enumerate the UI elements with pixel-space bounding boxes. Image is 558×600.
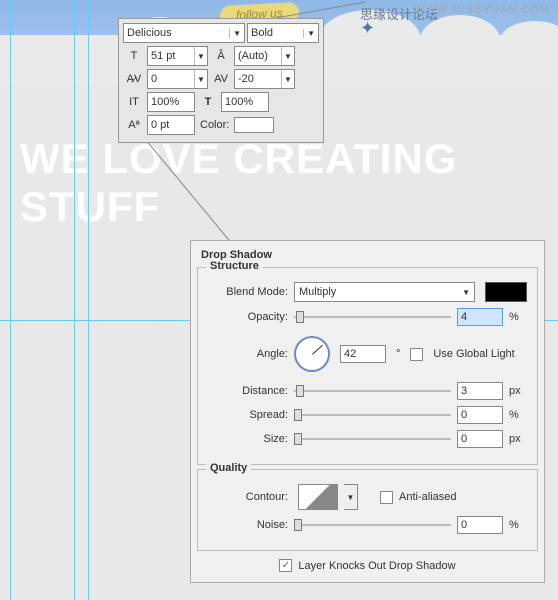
tracking-icon: AV <box>210 69 232 89</box>
distance-input[interactable]: 3 <box>457 382 503 400</box>
shadow-color-swatch[interactable] <box>485 282 527 302</box>
structure-legend: Structure <box>206 260 263 272</box>
leading-icon: Â <box>210 46 232 66</box>
distance-unit: px <box>509 385 527 397</box>
kerning-icon: A̷V <box>123 69 145 89</box>
angle-input[interactable]: 42 <box>340 345 386 363</box>
size-slider[interactable] <box>294 430 451 448</box>
spread-input[interactable]: 0 <box>457 406 503 424</box>
font-family-select[interactable]: Delicious ▼ <box>123 23 245 43</box>
contour-dropdown[interactable]: ▼ <box>344 484 358 510</box>
contour-picker[interactable] <box>298 484 338 510</box>
font-size-input[interactable]: ▼ <box>147 46 208 66</box>
size-label: Size: <box>208 433 288 445</box>
baseline-icon: Aª <box>123 115 145 135</box>
leading-input[interactable]: ▼ <box>234 46 295 66</box>
knockout-checkbox[interactable]: ✓ <box>279 559 292 572</box>
kerning-input[interactable]: ▼ <box>147 69 208 89</box>
spread-label: Spread: <box>208 409 288 421</box>
blend-mode-value: Multiply <box>299 286 336 298</box>
spread-unit: % <box>509 409 527 421</box>
opacity-slider[interactable] <box>294 308 451 326</box>
angle-unit: ° <box>396 348 400 360</box>
noise-unit: % <box>509 519 527 531</box>
blend-mode-label: Blend Mode: <box>208 286 288 298</box>
noise-input[interactable]: 0 <box>457 516 503 534</box>
size-unit: px <box>509 433 527 445</box>
noise-slider[interactable] <box>294 516 451 534</box>
structure-group: Structure Blend Mode: Multiply ▼ Opacity… <box>197 267 538 465</box>
angle-label: Angle: <box>208 348 288 360</box>
headline: WE LOVE CREATING STUFF <box>20 135 558 231</box>
distance-slider[interactable] <box>294 382 451 400</box>
opacity-input[interactable]: 4 <box>457 308 503 326</box>
chevron-down-icon: ▼ <box>194 70 207 88</box>
vscale-input[interactable] <box>147 92 195 112</box>
chevron-down-icon: ▼ <box>281 47 294 65</box>
chevron-down-icon: ▼ <box>229 29 241 38</box>
anti-aliased-checkbox[interactable] <box>380 491 393 504</box>
baseline-input[interactable] <box>147 115 195 135</box>
font-family-value: Delicious <box>127 27 172 39</box>
quality-group: Quality Contour: ▼ Anti-aliased Noise: 0… <box>197 469 538 551</box>
opacity-label: Opacity: <box>208 311 288 323</box>
blend-mode-select[interactable]: Multiply ▼ <box>294 282 475 302</box>
color-swatch[interactable] <box>234 117 274 133</box>
drop-shadow-panel: Drop Shadow Structure Blend Mode: Multip… <box>190 240 545 583</box>
font-style-value: Bold <box>251 27 273 39</box>
spread-slider[interactable] <box>294 406 451 424</box>
font-size-icon: T <box>123 46 145 66</box>
vscale-icon: IT <box>123 92 145 112</box>
global-light-label: Use Global Light <box>433 348 514 360</box>
hscale-icon: T <box>197 92 219 112</box>
chevron-down-icon: ▼ <box>303 29 315 38</box>
chevron-down-icon: ▼ <box>194 47 207 65</box>
knockout-label: Layer Knocks Out Drop Shadow <box>298 560 455 572</box>
anti-aliased-label: Anti-aliased <box>399 491 456 503</box>
tracking-input[interactable]: ▼ <box>234 69 295 89</box>
angle-dial[interactable] <box>294 336 330 372</box>
opacity-unit: % <box>509 311 527 323</box>
watermark-url: WWW.MISSYUAN.COM <box>414 4 550 16</box>
guide <box>74 0 75 600</box>
color-label: Color: <box>197 119 232 131</box>
character-panel: Delicious ▼ Bold ▼ T ▼ Â ▼ A̷V ▼ AV ▼ IT T… <box>118 18 324 143</box>
font-style-select[interactable]: Bold ▼ <box>247 23 319 43</box>
chevron-down-icon: ▼ <box>281 70 294 88</box>
hscale-input[interactable] <box>221 92 269 112</box>
guide <box>88 0 89 600</box>
noise-label: Noise: <box>208 519 288 531</box>
size-input[interactable]: 0 <box>457 430 503 448</box>
global-light-checkbox[interactable] <box>410 348 423 361</box>
distance-label: Distance: <box>208 385 288 397</box>
chevron-down-icon: ▼ <box>462 288 470 297</box>
guide <box>10 0 11 600</box>
contour-label: Contour: <box>208 491 288 503</box>
quality-legend: Quality <box>206 462 251 474</box>
